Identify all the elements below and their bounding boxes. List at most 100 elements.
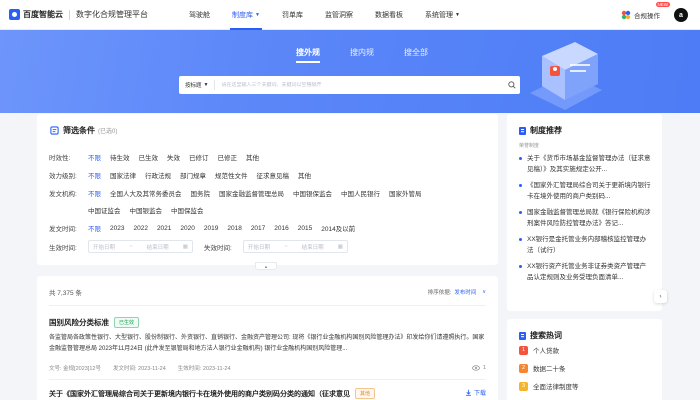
filter-option[interactable]: 2019 [204, 225, 218, 232]
hot-word-text[interactable]: 个人贷款 [533, 345, 559, 355]
result-title[interactable]: 国别风险分类标准 已生效 [49, 317, 140, 328]
filter-option[interactable]: 中国银监会 [130, 205, 163, 215]
filter-option[interactable]: 其他 [298, 170, 311, 180]
result-title-text[interactable]: 国别风险分类标准 [49, 317, 109, 328]
search-scope-select[interactable]: 按标题 ▼ [179, 80, 216, 90]
search-input[interactable] [215, 82, 504, 88]
filter-option[interactable]: 全国人大及其常务委员会 [110, 188, 182, 198]
filter-option[interactable]: 不限 [88, 188, 101, 198]
filter-row: 中国证监会 中国银监会 中国保监会 [49, 205, 213, 215]
tab-external-rules[interactable]: 搜外规 [296, 47, 320, 63]
filter-option[interactable]: 2015 [298, 225, 312, 232]
filter-option[interactable]: 待生效 [110, 152, 130, 162]
nav-item-label: 监管洞察 [324, 11, 353, 19]
main-nav: 驾驶舱 制度库 ▼ 罚单库 监管洞察 数据看板 系统管理 ▼ [178, 0, 471, 30]
avatar[interactable]: a [674, 8, 688, 22]
list-item-text[interactable]: XX银行资产托管业务非证券类资产管理产品认定规则及业务受理负面清单... [527, 261, 652, 283]
result-title-text[interactable]: 关于《国家外汇管理局综合司关于更新境内银行卡在境外使用的商户类别码分类的通知（征… [49, 389, 350, 399]
compliance-operation-button[interactable]: 合规操作 NEW [621, 2, 670, 20]
status-badge: 已生效 [114, 317, 140, 328]
bullet-icon [519, 265, 522, 268]
collapse-filter-button[interactable]: ▲ [255, 262, 277, 270]
list-item-text[interactable]: XX银行是金托管业务内部稽核监控管理办法（试行） [527, 234, 652, 256]
filter-option[interactable]: 2022 [133, 225, 147, 232]
result-title[interactable]: 关于《国家外汇管理局综合司关于更新境内银行卡在境外使用的商户类别码分类的通知（征… [49, 388, 376, 399]
nav-item[interactable]: 监管洞察 [314, 0, 364, 30]
filter-option[interactable]: 2018 [227, 225, 241, 232]
nav-item[interactable]: 罚单库 [271, 0, 314, 30]
download-button[interactable]: 下载 [465, 388, 486, 397]
list-item-text[interactable]: 《国家外汇管理局综合司关于更新境内银行卡在境外使用的商户类别码... [527, 180, 652, 202]
hot-word-item[interactable]: 3 全面法律制度等 [519, 381, 652, 391]
hot-search-list: 1 个人贷款 2 数据二十条 3 全面法律制度等 [519, 345, 652, 399]
filter-row: 发文机构: 不限 全国人大及其常务委员会 国务院 国家金融监督管理总局 中国银保监会 中国人… [49, 188, 431, 198]
filter-title-text: 筛选条件 [63, 126, 95, 135]
eye-icon [472, 365, 480, 371]
filter-option[interactable]: 已修正 [218, 152, 238, 162]
list-item-text[interactable]: 关于《货币市场基金监督管理办法（征求意见稿）》及其实施规定公开... [527, 153, 652, 175]
bullet-icon [519, 238, 522, 241]
hot-search-title-text: 搜索热词 [530, 331, 562, 340]
filter-option[interactable]: 已修订 [189, 152, 209, 162]
filter-row: 时效性: 不限 待生效 已生效 失效 已修订 已修正 其他 [49, 152, 268, 162]
filter-option[interactable]: 中国保监会 [171, 205, 204, 215]
list-item[interactable]: 国家金融监督管理总局就《银行保险机构涉刑案件风险防控管理办法》答记... [519, 207, 652, 229]
nav-item[interactable]: 数据看板 [364, 0, 414, 30]
nav-item-label: 制度库 [232, 11, 253, 19]
effective-date-range[interactable]: 开始日期 ~ 结束日期 ▦ [88, 240, 193, 253]
filter-option[interactable]: 中国证监会 [88, 205, 121, 215]
hot-word-item[interactable]: 2 数据二十条 [519, 363, 652, 373]
tab-internal-rules[interactable]: 搜内规 [350, 47, 374, 63]
filter-option[interactable]: 2016 [274, 225, 288, 232]
filter-option[interactable]: 规范性文件 [215, 170, 248, 180]
filter-option[interactable]: 中国人民银行 [341, 188, 380, 198]
filter-row-label: 时效性: [49, 155, 71, 162]
hot-word-text[interactable]: 全面法律制度等 [533, 381, 579, 391]
document-icon [519, 331, 526, 340]
platform-name: 数字化合规管理平台 [76, 10, 148, 19]
list-item-text[interactable]: 国家金融监督管理总局就《银行保险机构涉刑案件风险防控管理办法》答记... [527, 207, 652, 229]
filter-option[interactable]: 国家外管局 [389, 188, 422, 198]
nav-item[interactable]: 制度库 ▼ [221, 0, 271, 30]
list-item[interactable]: 关于《货币市场基金监督管理办法（征求意见稿）》及其实施规定公开... [519, 153, 652, 175]
filter-option[interactable]: 国家金融监督管理总局 [219, 188, 284, 198]
date-end-placeholder: 结束日期 [146, 244, 169, 251]
sort-select[interactable]: 发布时间 [454, 288, 476, 296]
filter-option[interactable]: 国务院 [191, 188, 211, 198]
list-item[interactable]: 《国家外汇管理局综合司关于更新境内银行卡在境外使用的商户类别码... [519, 180, 652, 202]
filter-option[interactable]: 2020 [180, 225, 194, 232]
nav-item-label: 罚单库 [281, 11, 303, 19]
more-button[interactable]: › [654, 290, 667, 303]
invalid-date-range[interactable]: 开始日期 ~ 结束日期 ▦ [243, 240, 348, 253]
rank-badge: 3 [519, 381, 528, 391]
filter-option[interactable]: 2021 [157, 225, 171, 232]
filter-option[interactable]: 2023 [110, 225, 124, 232]
brand-logo[interactable]: 百度智能云 数字化合规管理平台 [9, 9, 148, 20]
filter-option[interactable]: 征求意见稿 [257, 170, 290, 180]
nav-item[interactable]: 驾驶舱 [178, 0, 221, 30]
filter-option[interactable]: 不限 [88, 223, 101, 233]
list-item[interactable]: XX银行资产托管业务非证券类资产管理产品认定规则及业务受理负面清单... [519, 261, 652, 283]
list-item[interactable]: XX银行是金托管业务内部稽核监控管理办法（试行） [519, 234, 652, 256]
filter-option[interactable]: 部门规章 [180, 170, 206, 180]
chevron-down-icon[interactable]: ∨ [482, 289, 486, 295]
filter-option[interactable]: 不限 [88, 170, 101, 180]
filter-option[interactable]: 2014及以前 [321, 223, 355, 233]
filter-option[interactable]: 2017 [251, 225, 265, 232]
nav-item[interactable]: 系统管理 ▼ [414, 0, 471, 30]
filter-option[interactable]: 失效 [167, 152, 180, 162]
filter-option[interactable]: 不限 [88, 152, 101, 162]
tab-all[interactable]: 搜全部 [404, 47, 428, 63]
filter-option[interactable]: 行政法规 [145, 170, 171, 180]
date-start-placeholder: 开始日期 [93, 244, 116, 251]
rank-badge: 2 [519, 363, 528, 373]
filter-option[interactable]: 国家法律 [110, 170, 136, 180]
filter-option[interactable]: 已生效 [139, 152, 159, 162]
search-scope-value: 按标题 [185, 83, 202, 89]
filter-option[interactable]: 中国银保监会 [293, 188, 332, 198]
hot-word-text[interactable]: 数据二十条 [533, 363, 566, 373]
search-button[interactable] [504, 76, 520, 94]
divider [49, 379, 486, 380]
filter-option[interactable]: 其他 [246, 152, 259, 162]
hot-word-item[interactable]: 1 个人贷款 [519, 345, 652, 355]
